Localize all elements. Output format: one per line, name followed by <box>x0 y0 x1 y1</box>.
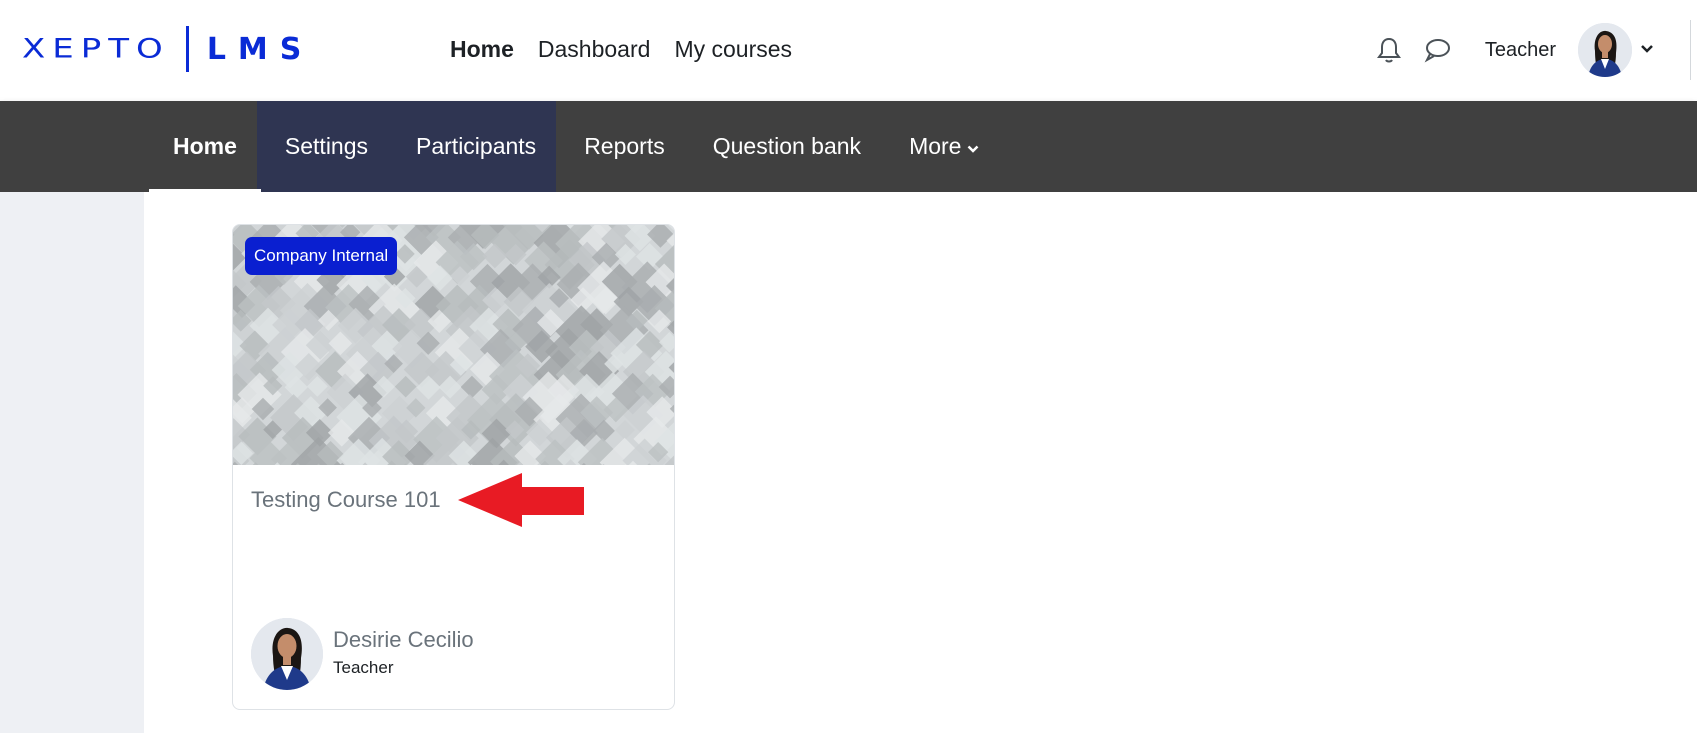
course-image[interactable]: Company Internal <box>233 225 674 465</box>
course-category-badge: Company Internal <box>245 237 398 275</box>
red-arrow-annotation <box>458 473 584 527</box>
course-secondary-navigation: Home Settings Participants Reports Quest… <box>0 101 1697 192</box>
teacher-name[interactable]: Desirie Cecilio <box>333 626 474 654</box>
nav-my-courses-link[interactable]: My courses <box>674 30 792 68</box>
nav-home-link[interactable]: Home <box>450 30 514 68</box>
user-avatar[interactable] <box>1578 23 1632 77</box>
user-name[interactable]: Teacher <box>1485 39 1556 62</box>
tab-reports[interactable]: Reports <box>560 101 689 192</box>
top-navbar: XEPTO LMS Home Dashboard My courses Teac… <box>0 0 1697 101</box>
tab-participants-label: Participants <box>416 133 537 159</box>
tab-more-label: More <box>909 133 962 159</box>
nav-dashboard-link[interactable]: Dashboard <box>538 30 651 68</box>
tab-home-label: Home <box>173 133 237 159</box>
tab-participants[interactable]: Participants <box>392 101 560 192</box>
primary-navigation: Home Dashboard My courses <box>450 30 816 68</box>
logo-product: LMS <box>206 31 314 67</box>
course-title-link[interactable]: Testing Course 101 <box>251 487 441 513</box>
logo-mark: XEPTO <box>22 33 170 65</box>
tab-home[interactable]: Home <box>149 101 261 192</box>
bell-icon[interactable] <box>1365 26 1413 74</box>
site-logo[interactable]: XEPTO LMS <box>22 24 313 74</box>
chevron-down-icon[interactable] <box>1640 41 1654 59</box>
tab-question-bank-label: Question bank <box>712 133 862 159</box>
course-teacher: Desirie Cecilio Teacher <box>251 618 474 690</box>
teacher-avatar[interactable] <box>251 618 323 690</box>
tab-more[interactable]: More <box>885 101 1003 192</box>
course-card[interactable]: Company Internal Testing Course 101 Desi… <box>232 224 675 710</box>
left-gutter <box>0 192 144 733</box>
tab-settings[interactable]: Settings <box>261 101 392 192</box>
chat-bubble-icon[interactable] <box>1413 26 1461 74</box>
user-area: Teacher <box>1365 20 1697 80</box>
tab-settings-label: Settings <box>284 133 369 159</box>
tab-reports-label: Reports <box>584 133 665 159</box>
teacher-role: Teacher <box>333 658 394 677</box>
tab-question-bank[interactable]: Question bank <box>689 101 885 192</box>
header-divider <box>1690 20 1691 80</box>
chevron-down-icon <box>967 133 979 160</box>
logo-divider <box>185 26 189 72</box>
